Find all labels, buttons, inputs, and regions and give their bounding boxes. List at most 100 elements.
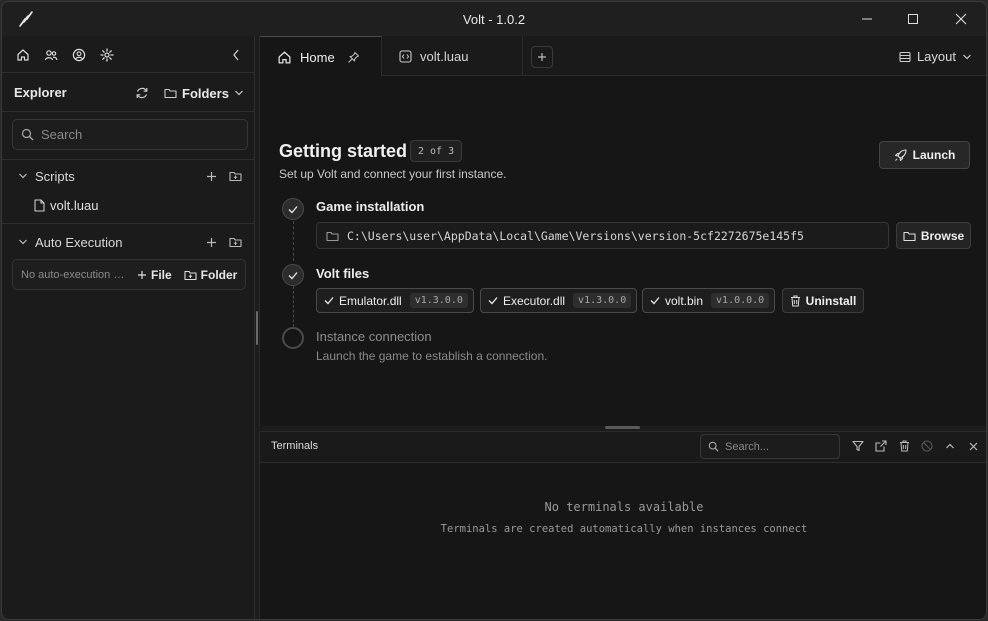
step-done-indicator [282, 264, 304, 286]
new-autoexec-folder-button[interactable] [228, 235, 242, 249]
file-chip-name: Executor.dll [503, 293, 566, 308]
terminals-header: Terminals [260, 432, 986, 463]
file-item-volt-luau[interactable]: volt.luau [34, 196, 98, 214]
folder-plus-icon [228, 171, 242, 182]
check-icon [288, 205, 298, 213]
step-done-indicator [282, 198, 304, 220]
search-icon [708, 441, 719, 452]
folder-icon [326, 231, 339, 241]
sidebar-nav [14, 46, 116, 64]
window-title: Volt - 1.0.2 [462, 12, 526, 27]
filter-button[interactable] [851, 439, 865, 453]
sidebar: Explorer Folders Scripts [2, 36, 255, 619]
main-editor-area: Home volt.luau Layout Getting started 2 … [259, 36, 986, 426]
chevron-up-icon [946, 443, 954, 449]
file-chip-name: volt.bin [665, 293, 704, 308]
game-path-field[interactable]: C:\Users\user\AppData\Local\Game\Version… [316, 222, 889, 249]
panel-resize-handle[interactable] [605, 426, 640, 429]
browse-label: Browse [920, 228, 965, 243]
home-nav-button[interactable] [14, 46, 32, 64]
new-autoexec-button[interactable] [204, 235, 218, 249]
file-chip-volt-bin: volt.bin v1.0.0.0 [642, 288, 776, 313]
plus-icon [206, 237, 216, 247]
step-title-volt-files: Volt files [316, 266, 370, 281]
settings-nav-button[interactable] [98, 46, 116, 64]
pin-icon[interactable] [347, 51, 360, 64]
explorer-title: Explorer [14, 85, 67, 100]
maximize-button[interactable] [890, 2, 936, 36]
explorer-search[interactable] [12, 119, 248, 150]
home-icon [278, 51, 291, 64]
sidebar-divider [2, 159, 254, 160]
tab-label: volt.luau [420, 48, 469, 64]
terminals-empty-title: No terminals available [544, 500, 704, 514]
community-nav-button[interactable] [42, 46, 60, 64]
close-button[interactable] [938, 2, 984, 36]
folders-dropdown[interactable]: Folders [164, 83, 244, 103]
file-chip-name: Emulator.dll [339, 293, 402, 308]
terminal-search-input[interactable] [725, 440, 830, 453]
rocket-icon [894, 148, 907, 161]
add-autoexec-file-button[interactable]: File [137, 268, 172, 282]
uninstall-button[interactable]: Uninstall [782, 288, 864, 313]
auto-execution-section-header[interactable]: Auto Execution [18, 233, 122, 251]
account-nav-button[interactable] [70, 46, 88, 64]
layout-label: Layout [916, 49, 956, 64]
file-chip-version: v1.3.0.0 [409, 293, 468, 308]
folders-label: Folders [182, 85, 229, 101]
tab-bar: Home volt.luau Layout [260, 36, 986, 77]
collapse-sidebar-button[interactable] [228, 46, 244, 64]
external-link-icon [875, 440, 887, 452]
chevron-left-icon [233, 49, 239, 61]
game-path-value: C:\Users\user\AppData\Local\Game\Version… [347, 228, 804, 243]
close-panel-button[interactable] [966, 439, 980, 453]
search-input[interactable] [41, 127, 231, 142]
file-chip-version: v1.3.0.0 [573, 293, 632, 308]
refresh-button[interactable] [133, 84, 151, 102]
auto-execution-actions [204, 233, 242, 251]
sidebar-divider [2, 72, 254, 73]
check-icon [288, 271, 298, 279]
auto-execution-empty-card: No auto-execution files File Folder [12, 259, 246, 290]
file-icon [34, 198, 45, 212]
step-progress-badge: 2 of 3 [410, 140, 463, 162]
app-window: Volt - 1.0.2 Explorer Folders Search Scr… [1, 1, 987, 620]
auto-execution-empty-text: No auto-execution files [21, 268, 125, 281]
launch-button[interactable]: Launch [879, 141, 970, 169]
tab-volt-luau[interactable]: volt.luau [382, 36, 523, 76]
file-name: volt.luau [50, 197, 99, 213]
filter-icon [852, 440, 864, 452]
popout-button[interactable] [874, 439, 888, 453]
add-autoexec-folder-button[interactable]: Folder [184, 267, 238, 282]
user-circle-icon [72, 48, 86, 62]
file-button-label: File [151, 267, 172, 282]
new-script-folder-button[interactable] [228, 169, 242, 183]
file-chip-emulator: Emulator.dll v1.3.0.0 [316, 288, 474, 313]
check-icon [488, 297, 498, 305]
collapse-panel-button[interactable] [943, 439, 957, 453]
auto-execution-label: Auto Execution [35, 234, 123, 250]
sidebar-divider [2, 223, 254, 224]
add-tab-button[interactable] [531, 46, 553, 68]
plus-icon [138, 270, 146, 279]
layout-icon [899, 51, 911, 62]
scripts-section-header[interactable]: Scripts [18, 167, 75, 185]
terminal-search[interactable] [700, 434, 840, 459]
terminals-panel: Terminals Search... No terminals availab… [259, 431, 986, 619]
disconnect-button[interactable] [920, 439, 934, 453]
sidebar-resize-handle[interactable] [256, 311, 258, 345]
minimize-button[interactable] [844, 2, 890, 36]
check-icon [650, 297, 660, 305]
new-script-button[interactable] [204, 169, 218, 183]
layout-dropdown[interactable]: Layout [899, 49, 972, 64]
step-pending-indicator [282, 327, 304, 349]
step-connector [293, 286, 294, 327]
clear-terminals-button[interactable] [897, 439, 911, 453]
browse-button[interactable]: Browse [896, 222, 971, 249]
close-icon [969, 442, 977, 450]
title-bar: Volt - 1.0.2 [2, 2, 986, 36]
folder-button-label: Folder [200, 267, 238, 282]
tab-home[interactable]: Home [260, 36, 382, 77]
code-file-icon [399, 49, 412, 63]
folder-plus-icon [228, 237, 242, 248]
